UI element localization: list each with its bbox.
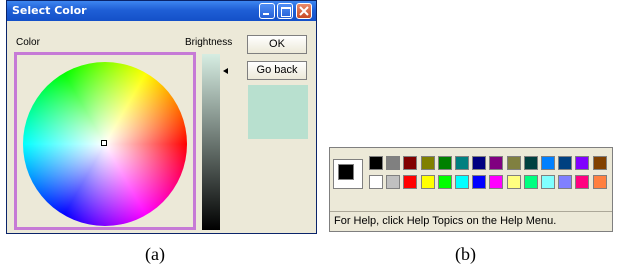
minimize-button[interactable] bbox=[259, 3, 275, 19]
color-picker-cursor[interactable] bbox=[101, 140, 107, 146]
close-button[interactable] bbox=[296, 3, 312, 19]
color-palette-bar: For Help, click Help Topics on the Help … bbox=[329, 147, 613, 232]
palette-swatch-row2-7[interactable] bbox=[489, 175, 504, 189]
go-back-button[interactable]: Go back bbox=[247, 61, 307, 80]
palette-swatch-row1-10[interactable] bbox=[541, 156, 555, 170]
color-wheel-frame bbox=[14, 52, 196, 230]
palette-swatch-row1-12[interactable] bbox=[575, 156, 590, 170]
palette-swatch-row1-8[interactable] bbox=[506, 156, 521, 170]
palette-swatch-row1-0[interactable] bbox=[369, 156, 383, 170]
palette-swatch-row2-6[interactable] bbox=[472, 175, 487, 189]
palette-swatch-row1-1[interactable] bbox=[386, 156, 401, 170]
palette-swatch-row2-13[interactable] bbox=[592, 175, 607, 189]
palette-swatch-row2-4[interactable] bbox=[437, 175, 452, 189]
title-bar[interactable]: Select Color bbox=[7, 1, 316, 21]
brightness-label: Brightness bbox=[185, 37, 233, 48]
palette-swatch-row2-0[interactable] bbox=[369, 175, 383, 189]
color-wheel[interactable] bbox=[23, 62, 187, 226]
ok-button[interactable]: OK bbox=[247, 35, 307, 54]
dialog-title: Select Color bbox=[12, 4, 87, 17]
palette-swatch-row1-13[interactable] bbox=[592, 156, 607, 170]
palette-swatch-row2-9[interactable] bbox=[523, 175, 538, 189]
palette-swatch-row1-7[interactable] bbox=[489, 156, 504, 170]
palette-swatch-row2-1[interactable] bbox=[386, 175, 401, 189]
palette-swatch-row1-9[interactable] bbox=[523, 156, 538, 170]
palette-swatch-row1-2[interactable] bbox=[403, 156, 418, 170]
brightness-slider[interactable] bbox=[202, 54, 220, 230]
palette-swatch-row1-6[interactable] bbox=[472, 156, 487, 170]
palette-swatch-row2-10[interactable] bbox=[541, 175, 555, 189]
current-colors[interactable] bbox=[333, 159, 363, 189]
palette-swatch-row2-3[interactable] bbox=[420, 175, 435, 189]
palette-swatch-row2-2[interactable] bbox=[403, 175, 418, 189]
status-text: For Help, click Help Topics on the Help … bbox=[334, 215, 557, 227]
palette-swatch-row1-4[interactable] bbox=[437, 156, 452, 170]
palette-swatch-row2-11[interactable] bbox=[558, 175, 573, 189]
palette-swatch-row2-12[interactable] bbox=[575, 175, 590, 189]
brightness-arrow-icon[interactable] bbox=[223, 68, 228, 74]
color-label: Color bbox=[16, 37, 40, 48]
palette-swatch-row1-3[interactable] bbox=[420, 156, 435, 170]
close-icon bbox=[299, 6, 309, 16]
palette-swatch-row2-5[interactable] bbox=[455, 175, 469, 189]
select-color-dialog: Select Color Color Brightness OK Go back bbox=[6, 0, 317, 234]
palette-swatch-row1-11[interactable] bbox=[558, 156, 573, 170]
foreground-color-swatch[interactable] bbox=[338, 164, 354, 180]
color-preview bbox=[248, 85, 308, 139]
caption-b: (b) bbox=[455, 244, 476, 264]
palette-swatch-row1-5[interactable] bbox=[455, 156, 469, 170]
maximize-button[interactable] bbox=[277, 3, 293, 19]
palette-swatch-row2-8[interactable] bbox=[506, 175, 521, 189]
caption-a: (a) bbox=[145, 244, 165, 264]
status-separator bbox=[330, 211, 612, 212]
